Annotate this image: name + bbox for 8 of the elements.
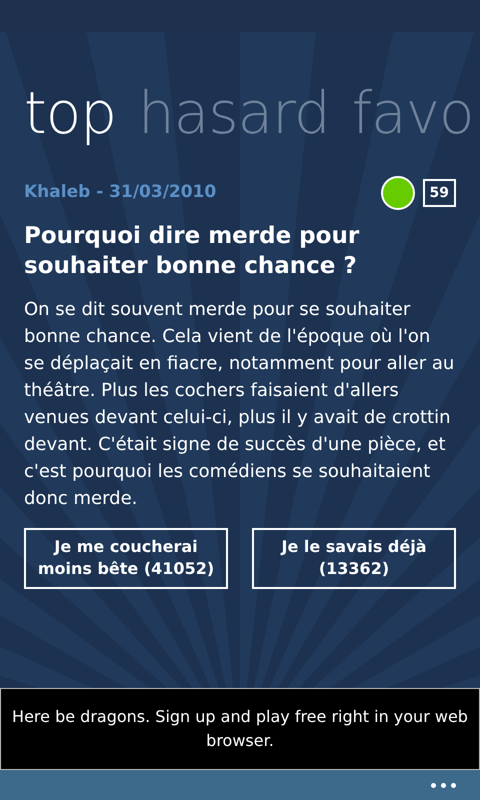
author-date: Khaleb - 31/03/2010: [24, 181, 216, 204]
more-icon[interactable]: [431, 782, 456, 788]
ad-banner[interactable]: Here be dragons. Sign up and play free right in your web browser.: [0, 688, 480, 770]
vote-button[interactable]: Je le savais déjà (13362): [252, 528, 456, 589]
entry-title: Pourquoi dire merde pour souhaiter bonne chance ?: [24, 222, 360, 281]
entry-text: On se dit souvent merde pour se souhaiter bonne chance. Cela vient de l'époque où l'on se déplaçait en fiacre, notamment pour aller au théâtre. Plus les cochers faisaient d'allers venues devant celui-ci, plus il y avait de crottin devant. C'était signe de succès d'une pièce, et c'est pourquoi les comédiens se souhaitaient donc merde.: [24, 298, 456, 511]
comment-count[interactable]: 59: [422, 179, 456, 207]
vote-button[interactable]: Je me coucherai moins bête (41052): [24, 528, 228, 589]
